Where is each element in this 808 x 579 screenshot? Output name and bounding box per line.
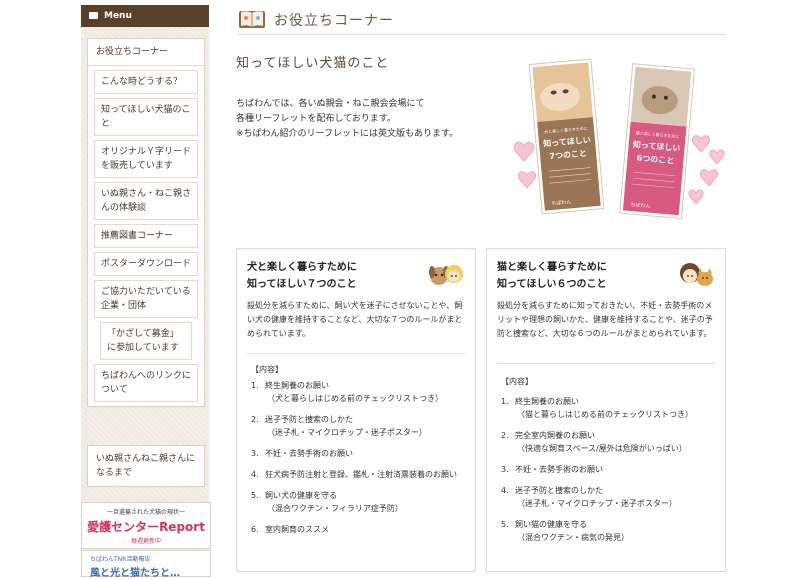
cat-card-title: 猫と楽しく暮らすために 知ってほしい６つのこと bbox=[497, 259, 607, 293]
section-title: 知ってほしい犬猫のこと bbox=[236, 56, 390, 71]
list-item: 3. 不妊・去勢手術のお願い bbox=[251, 447, 465, 460]
item-number: 5. bbox=[501, 520, 509, 529]
intro-line-3: ※ちばわん紹介のリーフレットには英文版もあります。 bbox=[236, 129, 459, 139]
cat-leaflet-card: 猫と楽しく暮らすために 知ってほしい６つのこと 殺処分を減らすために知っておきた… bbox=[486, 248, 726, 572]
dog-card-title: 犬と楽しく暮らすために 知ってほしい７つのこと bbox=[247, 259, 357, 293]
book-icon bbox=[239, 11, 265, 28]
list-item: 2. 完全室内飼養のお願い （快適な飼育スペース/屋外は危険がいっぱい） bbox=[501, 429, 715, 455]
intro-line-2: 各種リーフレットを配布しております。 bbox=[236, 114, 397, 124]
sidebar-item-kazashite-bokin[interactable]: 「かざして募金」に参加しています bbox=[100, 322, 192, 360]
list-item: 5. 飼い犬の健康を守る （混合ワクチン・フィラリア症予防） bbox=[251, 489, 465, 515]
list-item: 1. 終生飼養のお願い （猫と暮らしはじめる前のチェックリストつき） bbox=[501, 395, 715, 421]
page-title-bar: お役立ちコーナー bbox=[238, 8, 726, 35]
list-item: 4. 狂犬病予防注射と登録、鑑札・注射済票装着のお願い bbox=[251, 468, 465, 481]
item-number: 1. bbox=[501, 397, 509, 406]
banner-line1: 一旦遺棄された犬猫の現状一 bbox=[106, 509, 185, 516]
item-subtext: （犬と暮らしはじめる前のチェックリストつき） bbox=[267, 394, 443, 403]
item-text: 飼い犬の健康を守る bbox=[265, 491, 337, 500]
item-subtext: （迷子札・マイクロチップ・迷子ポスター） bbox=[267, 428, 427, 437]
cat-card-title-line1: 猫と楽しく暮らすために bbox=[497, 262, 607, 273]
item-number: 4. bbox=[251, 470, 259, 479]
item-number: 3. bbox=[501, 465, 509, 474]
sidebar-menu-2: いぬ親さんねこ親さんになるまで bbox=[87, 445, 205, 487]
item-subtext: （混合ワクチン・病気の発見） bbox=[517, 533, 629, 542]
list-item: 5. 飼い猫の健康を守る （混合ワクチン・病気の発見） bbox=[501, 518, 715, 544]
item-text: 終生飼養のお願い bbox=[265, 381, 329, 390]
item-subtext: （猫と暮らしはじめる前のチェックリストつき） bbox=[517, 410, 693, 419]
menu-header: Menu bbox=[81, 5, 209, 27]
list-item: 6. 室内飼育のススメ bbox=[251, 523, 465, 536]
item-text: 室内飼育のススメ bbox=[265, 525, 329, 534]
dog-person-icon bbox=[429, 265, 463, 285]
dog-leaflet-card: 犬と楽しく暮らすために 知ってほしい７つのこと 殺処分を減らすために、飼い犬を迷… bbox=[236, 248, 476, 572]
intro-line-1: ちばわんでは、各いぬ親会・ねこ親会会場にて bbox=[236, 99, 425, 109]
banner2-line2: 風と光と猫たちと… bbox=[90, 568, 180, 579]
sidebar-item-becoming-parent[interactable]: いぬ親さんねこ親さんになるまで bbox=[88, 446, 204, 486]
sidebar-item-y-lead[interactable]: オリジナルＹ字リードを販売しています bbox=[94, 140, 198, 178]
sidebar-item-what-to-do[interactable]: こんな時どうする？ bbox=[94, 70, 198, 94]
dog-contents-label: 【内容】 bbox=[251, 365, 283, 374]
sidebar-item-useful-corner[interactable]: お役立ちコーナー bbox=[88, 39, 204, 66]
banner-line3: 毎週更新中 bbox=[130, 538, 161, 545]
item-subtext: （混合ワクチン・フィラリア症予防） bbox=[267, 504, 403, 513]
tnr-report-banner[interactable]: ちばわんTNR活動報告 風と光と猫たちと… bbox=[81, 550, 211, 579]
item-number: 2. bbox=[251, 415, 259, 424]
item-text: 不妊・去勢手術のお願い bbox=[515, 465, 603, 474]
leaflet-illustration: 犬と楽しく暮らすために 知ってほしい 7つのこと ちばわん 猫と楽しく暮らすため… bbox=[506, 52, 726, 222]
dog-card-title-line2: 知ってほしい７つのこと bbox=[247, 279, 357, 290]
page-title: お役立ちコーナー bbox=[274, 13, 394, 29]
sidebar-item-posters[interactable]: ポスターダウンロード bbox=[94, 252, 198, 276]
banner-line2: 愛護センターReport bbox=[87, 520, 205, 534]
folder-icon bbox=[89, 12, 98, 19]
cat-person-icon bbox=[680, 263, 713, 286]
dog-card-description: 殺処分を減らすために、飼い犬を迷子にさせないことや、飼い犬の健康を維持することな… bbox=[247, 301, 463, 338]
item-text: 迷子予防と捜索のしかた bbox=[265, 415, 353, 424]
item-number: 4. bbox=[501, 486, 509, 495]
cat-card-title-line2: 知ってほしい６つのこと bbox=[497, 279, 607, 290]
item-subtext: （迷子札・マイクロチップ・迷子ポスター） bbox=[517, 499, 677, 508]
sidebar-item-link-policy[interactable]: ちばわんへのリンクについて bbox=[94, 364, 198, 402]
item-text: 完全室内飼養のお願い bbox=[515, 431, 595, 440]
leaflet-image: 犬と楽しく暮らすために 知ってほしい 7つのこと ちばわん 猫と楽しく暮らすため… bbox=[513, 58, 725, 220]
sidebar-menu: お役立ちコーナー こんな時どうする？ 知ってほしい犬猫のこと オリジナルＹ字リー… bbox=[87, 38, 205, 407]
divider bbox=[247, 353, 465, 354]
list-item: 3. 不妊・去勢手術のお願い bbox=[501, 463, 715, 476]
sidebar-item-experiences[interactable]: いぬ親さん・ねこ親さんの体験談 bbox=[94, 182, 198, 220]
center-report-banner[interactable]: 一旦遺棄された犬猫の現状一 愛護センターReport 毎週更新中 bbox=[81, 502, 211, 549]
sidebar-item-supporters[interactable]: ご協力いただいている企業・団体 bbox=[94, 280, 198, 318]
item-text: 終生飼養のお願い bbox=[515, 397, 579, 406]
divider bbox=[497, 363, 715, 364]
item-text: 狂犬病予防注射と登録、鑑札・注射済票装着のお願い bbox=[265, 470, 457, 479]
item-number: 2. bbox=[501, 431, 509, 440]
item-text: 迷子予防と捜索のしかた bbox=[515, 486, 603, 495]
list-item: 2. 迷子予防と捜索のしかた （迷子札・マイクロチップ・迷子ポスター） bbox=[251, 413, 465, 439]
item-number: 6. bbox=[251, 525, 259, 534]
sidebar-item-books[interactable]: 推薦図書コーナー bbox=[94, 224, 198, 248]
banner2-line1: ちばわんTNR活動報告 bbox=[90, 556, 151, 563]
item-subtext: （快適な飼育スペース/屋外は危険がいっぱい） bbox=[517, 444, 687, 453]
sidebar: Menu お役立ちコーナー こんな時どうする？ 知ってほしい犬猫のこと オリジナ… bbox=[81, 5, 211, 579]
item-number: 1. bbox=[251, 381, 259, 390]
item-text: 不妊・去勢手術のお願い bbox=[265, 449, 353, 458]
dog-card-title-line1: 犬と楽しく暮らすために bbox=[247, 262, 357, 273]
cat-contents-list: 1. 終生飼養のお願い （猫と暮らしはじめる前のチェックリストつき） 2. 完全室内飼… bbox=[501, 395, 715, 552]
item-number: 5. bbox=[251, 491, 259, 500]
list-item: 1. 終生飼養のお願い （犬と暮らしはじめる前のチェックリストつき） bbox=[251, 379, 465, 405]
sidebar-item-dog-cat-info[interactable]: 知ってほしい犬猫のこと bbox=[94, 98, 198, 136]
cat-contents-label: 【内容】 bbox=[501, 377, 533, 386]
cat-card-description: 殺処分を減らすために知っておきたい、不妊・去勢手術のメリットや理想の飼いかた、健… bbox=[497, 301, 713, 338]
item-number: 3. bbox=[251, 449, 259, 458]
item-text: 飼い猫の健康を守る bbox=[515, 520, 587, 529]
list-item: 4. 迷子予防と捜索のしかた （迷子札・マイクロチップ・迷子ポスター） bbox=[501, 484, 715, 510]
intro-text: ちばわんでは、各いぬ親会・ねこ親会会場にて 各種リーフレットを配布しております。… bbox=[236, 97, 458, 142]
menu-title: Menu bbox=[104, 11, 132, 21]
dog-contents-list: 1. 終生飼養のお願い （犬と暮らしはじめる前のチェックリストつき） 2. 迷子予防と… bbox=[251, 379, 465, 544]
